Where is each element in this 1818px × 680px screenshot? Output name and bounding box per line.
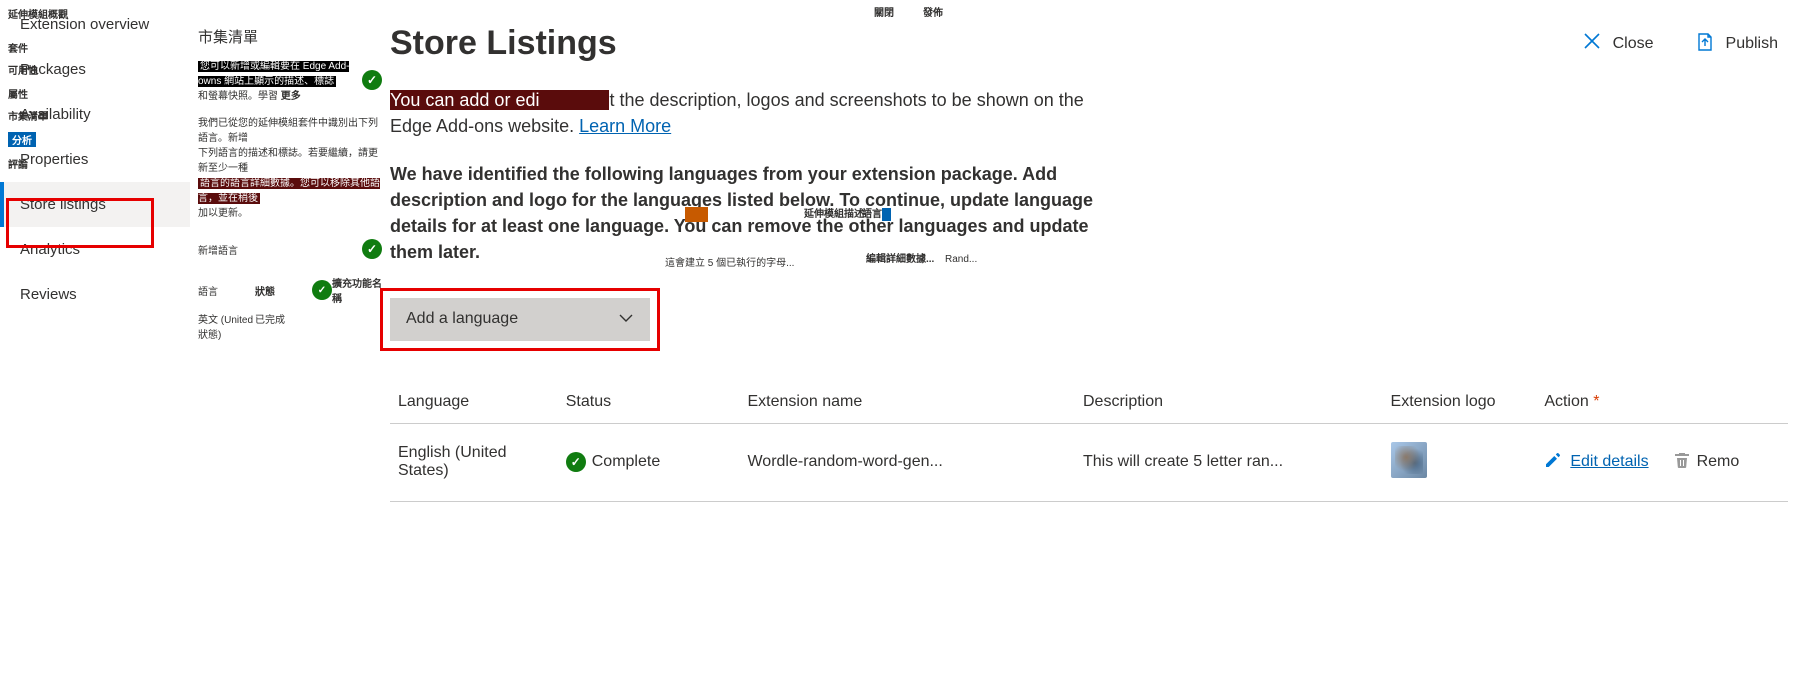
- remove-label: Remo: [1697, 453, 1740, 471]
- pencil-icon: [1544, 451, 1562, 474]
- topbar: Close Publish: [1581, 30, 1778, 58]
- mini-title: 市集清單: [198, 26, 382, 47]
- add-language-dropdown[interactable]: Add a language: [390, 298, 650, 341]
- close-icon: [1581, 30, 1603, 58]
- mini-learn-more[interactable]: 更多: [281, 91, 301, 102]
- mini-store-column: 市集清單 您可以新增或編輯要在 Edge Add-owns 網站上顯示的描述、標…: [190, 0, 390, 502]
- sidebar-item-packages[interactable]: Packages: [0, 47, 190, 92]
- th-ext-name: Extension name: [739, 381, 1075, 424]
- check-icon: ✓: [312, 280, 332, 300]
- extension-logo-thumbnail: [1391, 442, 1427, 478]
- required-asterisk: *: [1593, 393, 1599, 410]
- close-label: Close: [1613, 35, 1654, 53]
- language-table: Language Status Extension name Descripti…: [390, 381, 1788, 502]
- cell-language: English (United States): [390, 423, 558, 501]
- ov-close: 關閉: [874, 4, 894, 19]
- cell-description: This will create 5 letter ran...: [1075, 423, 1383, 501]
- check-icon: ✓: [566, 452, 586, 472]
- para1-hl: You can add or edi: [390, 90, 609, 110]
- remove-action[interactable]: Remo: [1673, 451, 1740, 474]
- th-language: Language: [390, 381, 558, 424]
- th-ext-logo: Extension logo: [1383, 381, 1537, 424]
- mini-line2c: 語言的語言詳細數據。您可以移除其他語言，並在稍後: [198, 178, 380, 204]
- mini-th-lang: 語言: [198, 283, 255, 298]
- edit-details-link[interactable]: Edit details: [1570, 453, 1648, 471]
- chevron-down-icon: [618, 310, 634, 329]
- edit-details-action[interactable]: Edit details: [1544, 451, 1648, 474]
- check-icon: ✓: [362, 70, 382, 90]
- content-area: Store Listings You can add or edit the d…: [390, 0, 1818, 502]
- add-language-label: Add a language: [406, 310, 518, 328]
- sidebar-item-analytics[interactable]: Analytics: [0, 227, 190, 272]
- check-icon: ✓: [362, 239, 382, 259]
- publish-label: Publish: [1726, 35, 1778, 53]
- page-title: Store Listings: [390, 24, 1788, 63]
- th-status: Status: [558, 381, 740, 424]
- para2-text: We have identified the following languag…: [390, 164, 1093, 262]
- th-action: Action *: [1536, 381, 1788, 424]
- learn-more-link[interactable]: Learn More: [579, 116, 671, 136]
- mini-line2d: 加以更新。: [198, 208, 248, 219]
- mini-desc-line1b: 和螢幕快照。學習: [198, 91, 278, 102]
- sidebar-item-overview[interactable]: Extension overview: [0, 2, 190, 47]
- mini-td-status: 已完成: [255, 311, 312, 326]
- table-row: English (United States) ✓ Complete Wordl…: [390, 423, 1788, 501]
- trash-icon: [1673, 451, 1691, 474]
- th-description: Description: [1075, 381, 1383, 424]
- mini-desc-line1a: 您可以新增或編輯要在 Edge Add-owns 網站上顯示的描述、標誌: [198, 61, 349, 87]
- ov-ext-name: 擴充功能名稱: [332, 275, 382, 305]
- publish-icon: [1694, 31, 1716, 58]
- cell-ext-name: Wordle-random-word-gen...: [739, 423, 1075, 501]
- publish-button[interactable]: Publish: [1694, 31, 1778, 58]
- sidebar: Extension overview Packages Availability…: [0, 0, 190, 502]
- mini-line2b: 下列語言的描述和標誌。若要繼續，請更新至少一種: [198, 148, 378, 174]
- close-button[interactable]: Close: [1581, 30, 1654, 58]
- sidebar-item-availability[interactable]: Availability: [0, 92, 190, 137]
- mini-th-status: 狀態: [255, 283, 312, 298]
- mini-td-lang: 英文 (United 狀態): [198, 311, 255, 341]
- sidebar-item-properties[interactable]: Properties: [0, 137, 190, 182]
- ov-publish: 發佈: [923, 4, 943, 19]
- mini-line2a: 我們已從您的延伸模組套件中識別出下列語言。新增: [198, 118, 378, 144]
- sidebar-item-reviews[interactable]: Reviews: [0, 272, 190, 317]
- mini-add-language[interactable]: 新增語言: [198, 242, 238, 257]
- sidebar-item-store-listings[interactable]: Store listings: [0, 182, 190, 227]
- cell-status: Complete: [592, 453, 660, 471]
